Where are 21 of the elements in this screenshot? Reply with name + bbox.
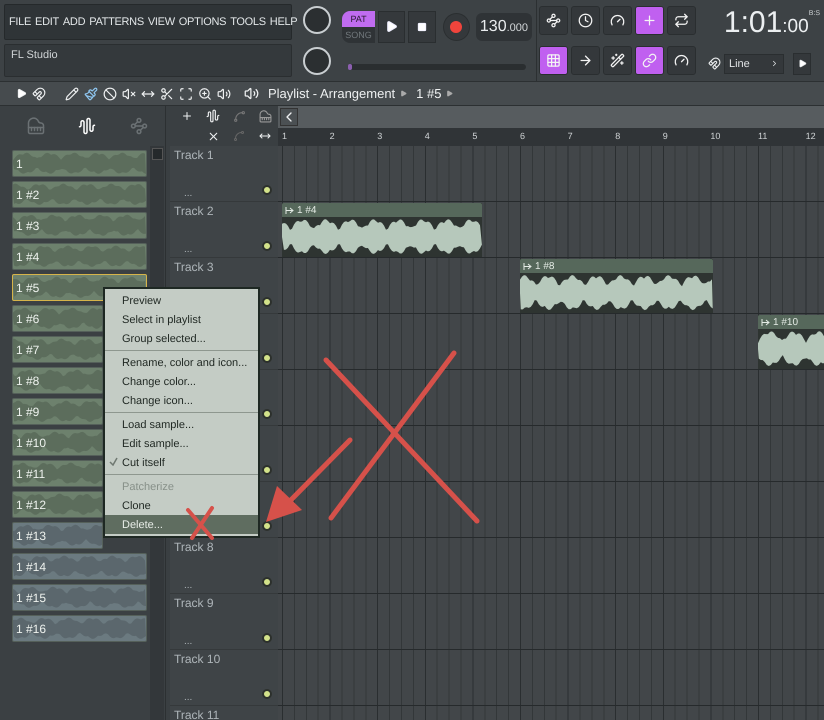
track-name: Track 10 (174, 652, 222, 666)
track-name: Track 9 (174, 596, 215, 610)
hint-text: FL Studio (11, 49, 58, 63)
bar-number: 11 (758, 131, 768, 141)
bar-number: 5 (472, 131, 478, 141)
bar-number: 1 (282, 131, 288, 141)
bar-number: 12 (806, 131, 816, 141)
bar-number: 3 (377, 131, 382, 141)
track-name: Track 11 (174, 708, 220, 720)
bar-number: 6 (520, 131, 526, 141)
bar-number: 8 (615, 131, 620, 141)
bar-number: 2 (330, 131, 335, 141)
playlist-title: Playlist - Arrangement (268, 86, 396, 101)
track-name: Track 1 (174, 148, 215, 162)
track-name: Track 3 (174, 260, 215, 274)
bar-number: 7 (568, 131, 573, 141)
track-name: Track 8 (174, 540, 215, 554)
bar-number: 10 (710, 131, 720, 141)
track-name: Track 2 (174, 204, 215, 218)
bar-number: 9 (662, 131, 668, 141)
bar-number: 4 (424, 131, 430, 141)
